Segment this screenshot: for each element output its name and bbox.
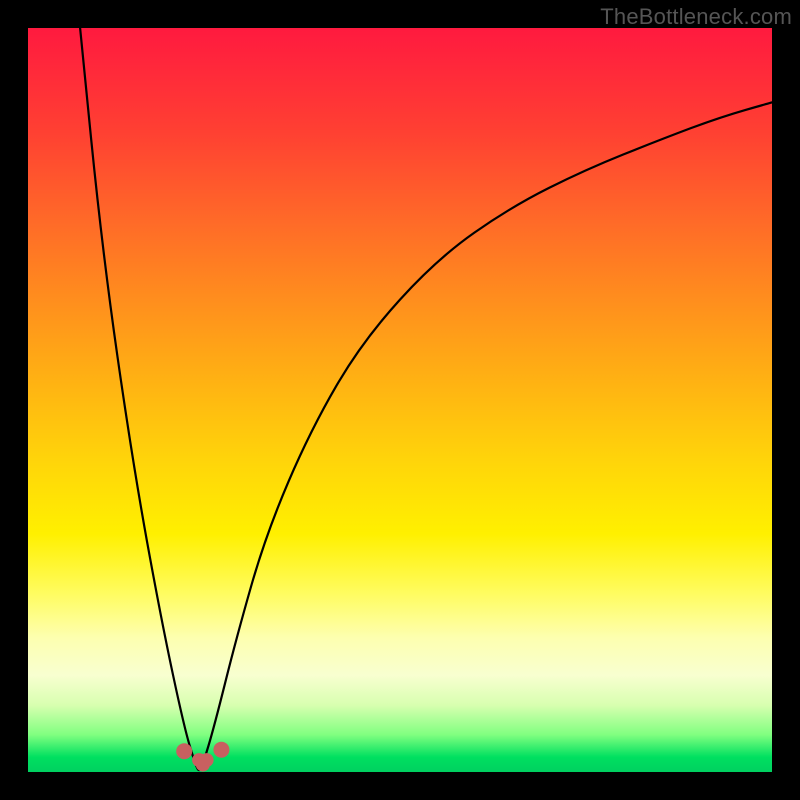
bottleneck-curve-svg [28,28,772,772]
minimum-marker-dot [213,742,229,758]
chart-frame [28,28,772,772]
minimum-markers [176,742,229,772]
minimum-marker-dot [200,753,214,767]
watermark-text: TheBottleneck.com [600,4,792,30]
minimum-marker-dot [176,743,192,759]
bottleneck-curve-path [80,28,772,770]
